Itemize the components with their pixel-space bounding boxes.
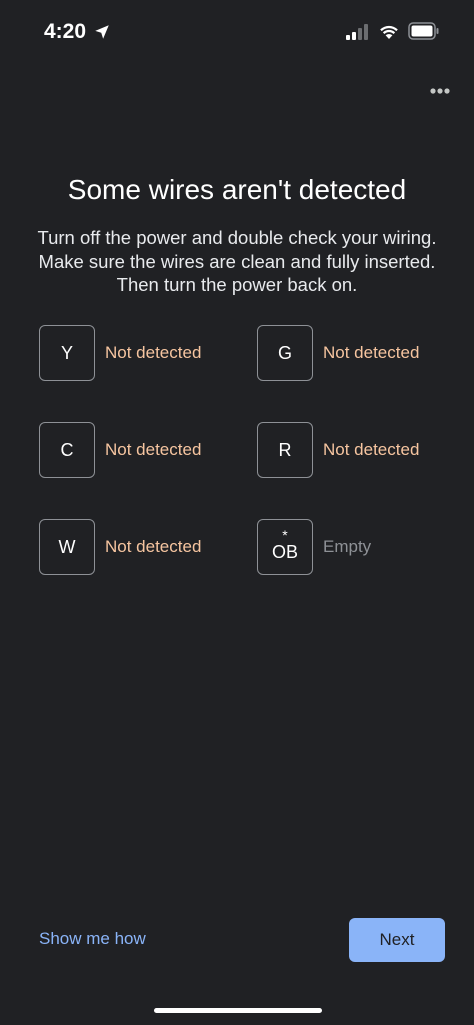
- page-title: Some wires aren't detected: [67, 174, 407, 205]
- terminal-box: W: [39, 519, 95, 575]
- battery-icon: [408, 22, 439, 40]
- home-indicator: [154, 1008, 322, 1013]
- terminal-label: G: [277, 343, 292, 363]
- status-bar: 4:20: [0, 0, 474, 60]
- terminal-status: Not detected: [323, 343, 420, 362]
- terminal-box: * OB: [257, 519, 313, 575]
- terminal-label: W: [58, 537, 76, 557]
- terminal-status: Not detected: [105, 537, 202, 556]
- terminal-box: Y: [39, 325, 95, 381]
- terminal-label: OB: [271, 542, 298, 562]
- terminal-box: G: [257, 325, 313, 381]
- terminal-status: Not detected: [105, 440, 202, 459]
- terminal-status: Not detected: [323, 440, 420, 459]
- terminal-box: C: [39, 422, 95, 478]
- instructions-text: Turn off the power and double check your…: [37, 227, 437, 295]
- terminal-label: Y: [60, 343, 73, 363]
- terminal-ob: * OB Empty: [257, 517, 371, 577]
- terminal-status: Not detected: [105, 343, 202, 362]
- wifi-icon: [380, 25, 398, 39]
- terminal-label: C: [60, 440, 74, 460]
- next-button[interactable]: Next: [349, 918, 445, 962]
- more-horizontal-icon[interactable]: [426, 80, 454, 102]
- show-me-how-link[interactable]: Show me how: [39, 929, 146, 949]
- terminal-status: Empty: [323, 537, 372, 556]
- terminal-g: G Not detected: [257, 323, 419, 383]
- terminal-w: W Not detected: [39, 517, 201, 577]
- terminal-box: R: [257, 422, 313, 478]
- terminal-r: R Not detected: [257, 420, 419, 480]
- terminal-label: R: [278, 440, 292, 460]
- terminal-y: Y Not detected: [39, 323, 201, 383]
- terminal-c: C Not detected: [39, 420, 201, 480]
- status-time: 4:20: [44, 20, 87, 43]
- terminal-marker: *: [282, 527, 288, 543]
- location-arrow-icon: [95, 25, 109, 39]
- cellular-signal-icon: [346, 24, 368, 40]
